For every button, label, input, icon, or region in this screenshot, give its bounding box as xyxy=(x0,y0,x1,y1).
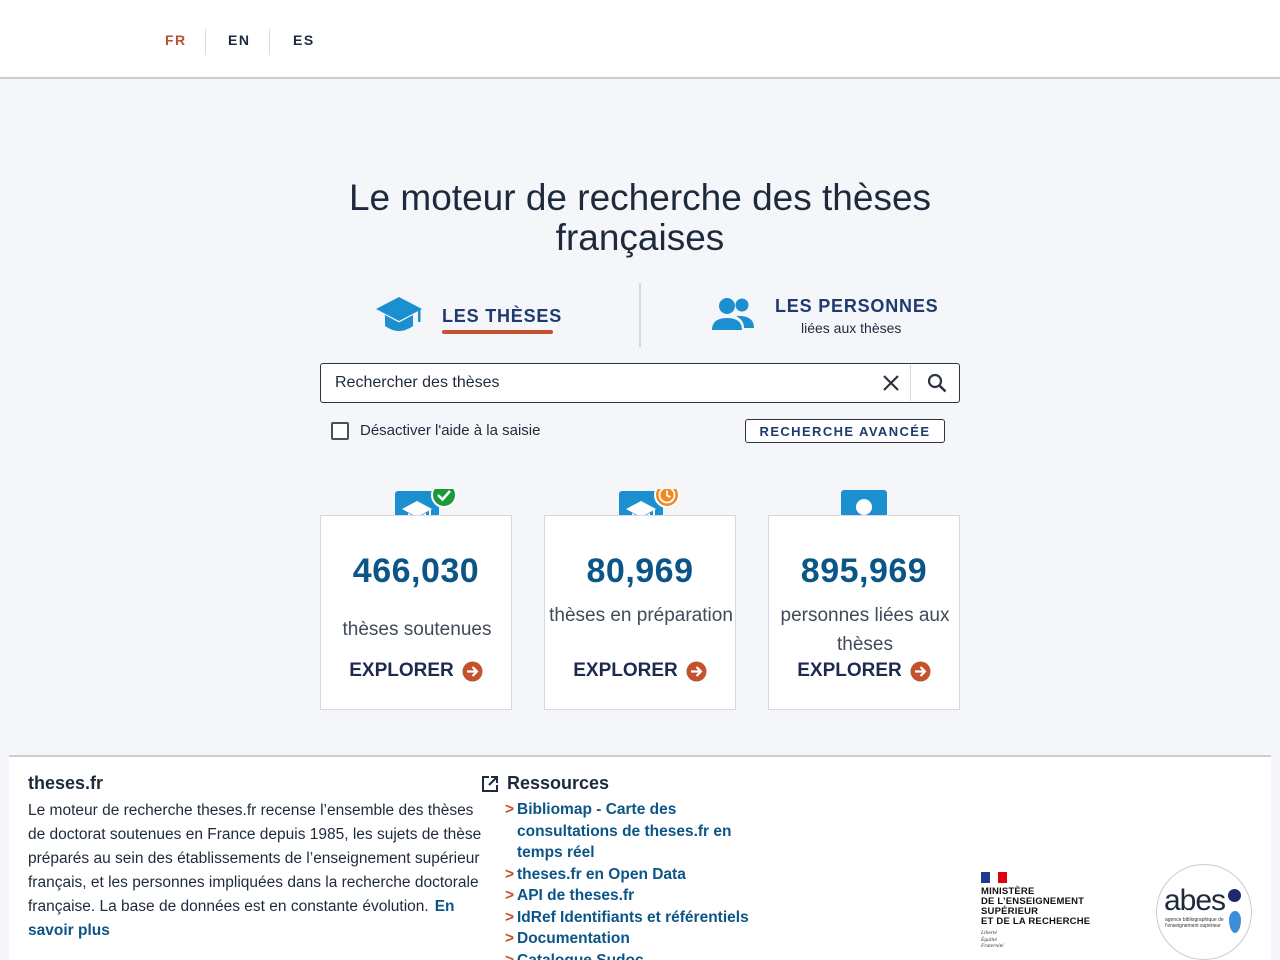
abes-comma xyxy=(1229,911,1241,933)
explore-button[interactable]: EXPLORER xyxy=(769,660,959,682)
page-title: Le moteur de recherche des thèses frança… xyxy=(290,178,990,258)
footer: theses.fr Le moteur de recherche theses.… xyxy=(9,755,1271,960)
abes-wordmark: abes xyxy=(1164,884,1226,917)
tab-personnes[interactable]: LES PERSONNES liées aux thèses xyxy=(710,294,938,340)
tab-theses[interactable]: LES THÈSES xyxy=(374,294,564,338)
explore-button[interactable]: EXPLORER xyxy=(545,660,735,682)
ministry-motto: Liberté Égalité Fraternité xyxy=(981,930,1004,949)
clear-search-button[interactable] xyxy=(877,370,905,396)
search-input[interactable] xyxy=(335,368,865,398)
resource-link-documentation[interactable]: Documentation xyxy=(505,928,765,950)
resource-link-api[interactable]: API de theses.fr xyxy=(505,885,765,907)
tabs-divider xyxy=(639,283,641,347)
graduation-cap-icon xyxy=(376,297,422,331)
stats-card-defended: 466,030 thèses soutenues EXPLORER xyxy=(320,515,512,710)
abes-dot xyxy=(1228,889,1241,902)
stats-label: thèses en préparation xyxy=(549,605,733,626)
explore-label: EXPLORER xyxy=(573,660,678,681)
footer-description: Le moteur de recherche theses.fr recense… xyxy=(28,799,483,943)
stats-number: 895,969 xyxy=(800,552,928,590)
lang-divider xyxy=(205,29,206,55)
search-divider xyxy=(910,365,911,401)
page-title-line1: Le moteur de recherche des thèses xyxy=(348,177,932,218)
arrow-right-circle-icon xyxy=(462,661,483,681)
external-link-icon xyxy=(482,775,498,792)
disable-autocomplete-checkbox[interactable] xyxy=(331,422,349,440)
ministry-name: MINISTÈRE DE L’ENSEIGNEMENT SUPÉRIEUR ET… xyxy=(981,886,1091,927)
lang-fr[interactable]: FR xyxy=(165,0,187,79)
stats-number: 466,030 xyxy=(352,552,480,590)
advanced-search-button[interactable]: RECHERCHE AVANCÉE xyxy=(745,419,945,443)
explore-label: EXPLORER xyxy=(797,660,902,681)
arrow-right-circle-icon xyxy=(686,661,707,681)
abes-subtitle: agence bibliographique de l’enseignement… xyxy=(1165,917,1224,929)
stats-card-persons: 895,969 personnes liées aux thèses EXPLO… xyxy=(768,515,960,710)
arrow-right-circle-icon xyxy=(910,661,931,681)
people-icon xyxy=(712,298,754,330)
close-icon xyxy=(883,375,899,391)
stats-label: thèses soutenues xyxy=(342,619,492,640)
footer-description-text: Le moteur de recherche theses.fr recense… xyxy=(28,802,482,915)
tab-theses-label: LES THÈSES xyxy=(442,306,563,326)
tab-personnes-label: LES PERSONNES xyxy=(775,296,939,316)
ministry-logo[interactable]: MINISTÈRE DE L’ENSEIGNEMENT SUPÉRIEUR ET… xyxy=(981,872,1111,950)
french-flag-icon xyxy=(981,872,1008,883)
top-bar: FR EN ES xyxy=(0,0,1280,79)
resource-link-idref[interactable]: IdRef Identifiants et référentiels xyxy=(505,907,765,929)
stats-label: personnes liées aux thèses xyxy=(780,605,950,655)
explore-label: EXPLORER xyxy=(349,660,454,681)
footer-title: theses.fr xyxy=(28,773,104,793)
tab-personnes-sublabel: liées aux thèses xyxy=(801,320,902,336)
disable-autocomplete-label: Désactiver l'aide à la saisie xyxy=(360,422,541,439)
stats-number: 80,969 xyxy=(586,552,694,590)
resource-link-sudoc[interactable]: Catalogue Sudoc xyxy=(505,950,765,960)
resources-list: Bibliomap - Carte des consultations de t… xyxy=(505,799,765,960)
search-button[interactable] xyxy=(921,370,953,396)
resource-link-bibliomap[interactable]: Bibliomap - Carte des consultations de t… xyxy=(505,799,765,864)
lang-en[interactable]: EN xyxy=(228,0,250,79)
tab-active-underline xyxy=(442,330,553,334)
search-icon xyxy=(927,373,947,393)
lang-es[interactable]: ES xyxy=(293,0,315,79)
lang-divider xyxy=(269,29,270,55)
resources-heading: Ressources xyxy=(481,773,609,794)
abes-logo[interactable]: abes agence bibliographique de l’enseign… xyxy=(1156,864,1252,960)
page-title-line2: françaises xyxy=(555,217,725,258)
stats-card-in-progress: 80,969 thèses en préparation EXPLORER xyxy=(544,515,736,710)
explore-button[interactable]: EXPLORER xyxy=(321,660,511,682)
resource-link-open-data[interactable]: theses.fr en Open Data xyxy=(505,864,765,886)
resources-title: Ressources xyxy=(507,773,610,793)
search-box xyxy=(320,363,960,403)
